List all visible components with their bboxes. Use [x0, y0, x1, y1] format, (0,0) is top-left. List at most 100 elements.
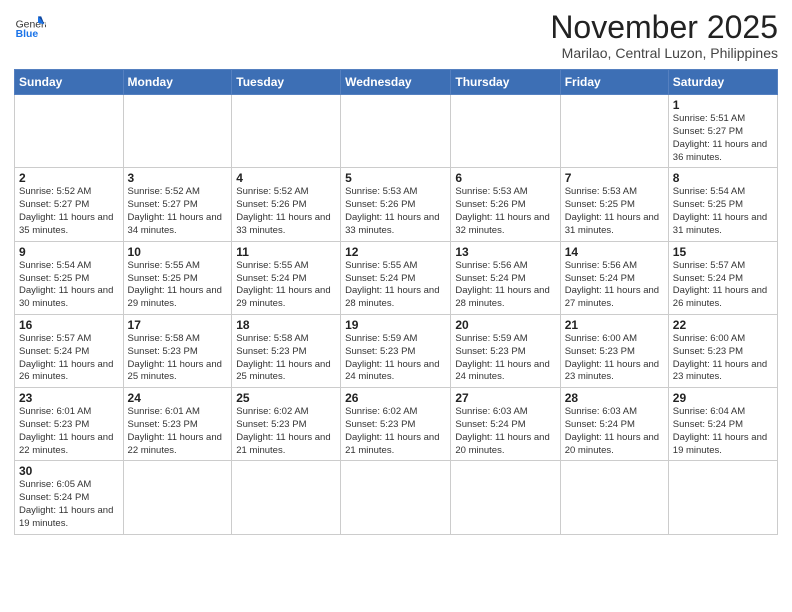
- calendar-cell: 21Sunrise: 6:00 AM Sunset: 5:23 PM Dayli…: [560, 314, 668, 387]
- day-info: Sunrise: 5:52 AM Sunset: 5:27 PM Dayligh…: [128, 186, 228, 237]
- calendar-cell: 10Sunrise: 5:55 AM Sunset: 5:25 PM Dayli…: [123, 241, 232, 314]
- day-info: Sunrise: 5:54 AM Sunset: 5:25 PM Dayligh…: [19, 260, 119, 311]
- calendar-cell: 20Sunrise: 5:59 AM Sunset: 5:23 PM Dayli…: [451, 314, 560, 387]
- day-info: Sunrise: 6:00 AM Sunset: 5:23 PM Dayligh…: [565, 333, 664, 384]
- day-info: Sunrise: 5:52 AM Sunset: 5:26 PM Dayligh…: [236, 186, 336, 237]
- weekday-header-monday: Monday: [123, 70, 232, 95]
- day-number: 6: [455, 171, 555, 185]
- day-info: Sunrise: 5:57 AM Sunset: 5:24 PM Dayligh…: [19, 333, 119, 384]
- calendar-cell: 26Sunrise: 6:02 AM Sunset: 5:23 PM Dayli…: [341, 388, 451, 461]
- weekday-header-wednesday: Wednesday: [341, 70, 451, 95]
- calendar-week-row: 16Sunrise: 5:57 AM Sunset: 5:24 PM Dayli…: [15, 314, 778, 387]
- calendar-cell: 29Sunrise: 6:04 AM Sunset: 5:24 PM Dayli…: [668, 388, 777, 461]
- day-info: Sunrise: 5:53 AM Sunset: 5:25 PM Dayligh…: [565, 186, 664, 237]
- calendar-cell: [560, 95, 668, 168]
- calendar-cell: 17Sunrise: 5:58 AM Sunset: 5:23 PM Dayli…: [123, 314, 232, 387]
- day-number: 23: [19, 391, 119, 405]
- calendar-cell: 3Sunrise: 5:52 AM Sunset: 5:27 PM Daylig…: [123, 168, 232, 241]
- day-info: Sunrise: 5:53 AM Sunset: 5:26 PM Dayligh…: [455, 186, 555, 237]
- day-info: Sunrise: 5:54 AM Sunset: 5:25 PM Dayligh…: [673, 186, 773, 237]
- day-number: 3: [128, 171, 228, 185]
- day-number: 12: [345, 245, 446, 259]
- day-info: Sunrise: 6:00 AM Sunset: 5:23 PM Dayligh…: [673, 333, 773, 384]
- calendar-cell: 18Sunrise: 5:58 AM Sunset: 5:23 PM Dayli…: [232, 314, 341, 387]
- month-title: November 2025: [550, 10, 778, 45]
- title-block: November 2025 Marilao, Central Luzon, Ph…: [550, 10, 778, 61]
- calendar-week-row: 9Sunrise: 5:54 AM Sunset: 5:25 PM Daylig…: [15, 241, 778, 314]
- calendar-cell: 25Sunrise: 6:02 AM Sunset: 5:23 PM Dayli…: [232, 388, 341, 461]
- day-number: 2: [19, 171, 119, 185]
- day-number: 21: [565, 318, 664, 332]
- calendar-cell: 23Sunrise: 6:01 AM Sunset: 5:23 PM Dayli…: [15, 388, 124, 461]
- page: General Blue November 2025 Marilao, Cent…: [0, 0, 792, 612]
- day-number: 26: [345, 391, 446, 405]
- calendar-cell: 14Sunrise: 5:56 AM Sunset: 5:24 PM Dayli…: [560, 241, 668, 314]
- calendar-cell: 8Sunrise: 5:54 AM Sunset: 5:25 PM Daylig…: [668, 168, 777, 241]
- day-info: Sunrise: 6:05 AM Sunset: 5:24 PM Dayligh…: [19, 479, 119, 530]
- calendar-cell: [451, 461, 560, 534]
- calendar-table: SundayMondayTuesdayWednesdayThursdayFrid…: [14, 69, 778, 535]
- calendar-week-row: 1Sunrise: 5:51 AM Sunset: 5:27 PM Daylig…: [15, 95, 778, 168]
- calendar-cell: 13Sunrise: 5:56 AM Sunset: 5:24 PM Dayli…: [451, 241, 560, 314]
- day-number: 14: [565, 245, 664, 259]
- day-info: Sunrise: 6:01 AM Sunset: 5:23 PM Dayligh…: [128, 406, 228, 457]
- day-number: 20: [455, 318, 555, 332]
- day-number: 15: [673, 245, 773, 259]
- day-number: 7: [565, 171, 664, 185]
- day-info: Sunrise: 6:01 AM Sunset: 5:23 PM Dayligh…: [19, 406, 119, 457]
- day-number: 1: [673, 98, 773, 112]
- day-number: 27: [455, 391, 555, 405]
- generalblue-logo-icon: General Blue: [14, 10, 46, 42]
- calendar-cell: [123, 461, 232, 534]
- day-info: Sunrise: 5:58 AM Sunset: 5:23 PM Dayligh…: [128, 333, 228, 384]
- day-info: Sunrise: 5:55 AM Sunset: 5:24 PM Dayligh…: [345, 260, 446, 311]
- day-info: Sunrise: 5:59 AM Sunset: 5:23 PM Dayligh…: [345, 333, 446, 384]
- calendar-cell: 15Sunrise: 5:57 AM Sunset: 5:24 PM Dayli…: [668, 241, 777, 314]
- weekday-header-friday: Friday: [560, 70, 668, 95]
- calendar-cell: [451, 95, 560, 168]
- day-info: Sunrise: 5:56 AM Sunset: 5:24 PM Dayligh…: [455, 260, 555, 311]
- calendar-cell: 9Sunrise: 5:54 AM Sunset: 5:25 PM Daylig…: [15, 241, 124, 314]
- calendar-cell: [232, 95, 341, 168]
- weekday-header-sunday: Sunday: [15, 70, 124, 95]
- calendar-cell: [15, 95, 124, 168]
- weekday-header-thursday: Thursday: [451, 70, 560, 95]
- calendar-cell: 5Sunrise: 5:53 AM Sunset: 5:26 PM Daylig…: [341, 168, 451, 241]
- calendar-cell: 6Sunrise: 5:53 AM Sunset: 5:26 PM Daylig…: [451, 168, 560, 241]
- day-number: 5: [345, 171, 446, 185]
- calendar-cell: [341, 461, 451, 534]
- day-number: 22: [673, 318, 773, 332]
- calendar-cell: 1Sunrise: 5:51 AM Sunset: 5:27 PM Daylig…: [668, 95, 777, 168]
- calendar-cell: 16Sunrise: 5:57 AM Sunset: 5:24 PM Dayli…: [15, 314, 124, 387]
- day-info: Sunrise: 6:02 AM Sunset: 5:23 PM Dayligh…: [345, 406, 446, 457]
- logo: General Blue: [14, 10, 46, 42]
- calendar-header: SundayMondayTuesdayWednesdayThursdayFrid…: [15, 70, 778, 95]
- day-number: 30: [19, 464, 119, 478]
- calendar-cell: 12Sunrise: 5:55 AM Sunset: 5:24 PM Dayli…: [341, 241, 451, 314]
- calendar-week-row: 30Sunrise: 6:05 AM Sunset: 5:24 PM Dayli…: [15, 461, 778, 534]
- day-info: Sunrise: 6:03 AM Sunset: 5:24 PM Dayligh…: [565, 406, 664, 457]
- day-number: 29: [673, 391, 773, 405]
- calendar-cell: 30Sunrise: 6:05 AM Sunset: 5:24 PM Dayli…: [15, 461, 124, 534]
- day-info: Sunrise: 5:55 AM Sunset: 5:25 PM Dayligh…: [128, 260, 228, 311]
- day-number: 28: [565, 391, 664, 405]
- calendar-cell: 11Sunrise: 5:55 AM Sunset: 5:24 PM Dayli…: [232, 241, 341, 314]
- svg-text:Blue: Blue: [16, 29, 39, 40]
- calendar-week-row: 23Sunrise: 6:01 AM Sunset: 5:23 PM Dayli…: [15, 388, 778, 461]
- day-info: Sunrise: 6:04 AM Sunset: 5:24 PM Dayligh…: [673, 406, 773, 457]
- day-number: 16: [19, 318, 119, 332]
- day-info: Sunrise: 5:53 AM Sunset: 5:26 PM Dayligh…: [345, 186, 446, 237]
- day-number: 17: [128, 318, 228, 332]
- calendar-cell: 27Sunrise: 6:03 AM Sunset: 5:24 PM Dayli…: [451, 388, 560, 461]
- calendar-cell: 19Sunrise: 5:59 AM Sunset: 5:23 PM Dayli…: [341, 314, 451, 387]
- day-number: 24: [128, 391, 228, 405]
- calendar-cell: 28Sunrise: 6:03 AM Sunset: 5:24 PM Dayli…: [560, 388, 668, 461]
- day-number: 8: [673, 171, 773, 185]
- day-info: Sunrise: 5:51 AM Sunset: 5:27 PM Dayligh…: [673, 113, 773, 164]
- day-number: 9: [19, 245, 119, 259]
- calendar-cell: 7Sunrise: 5:53 AM Sunset: 5:25 PM Daylig…: [560, 168, 668, 241]
- calendar-cell: [232, 461, 341, 534]
- location: Marilao, Central Luzon, Philippines: [550, 45, 778, 61]
- day-number: 10: [128, 245, 228, 259]
- day-info: Sunrise: 5:55 AM Sunset: 5:24 PM Dayligh…: [236, 260, 336, 311]
